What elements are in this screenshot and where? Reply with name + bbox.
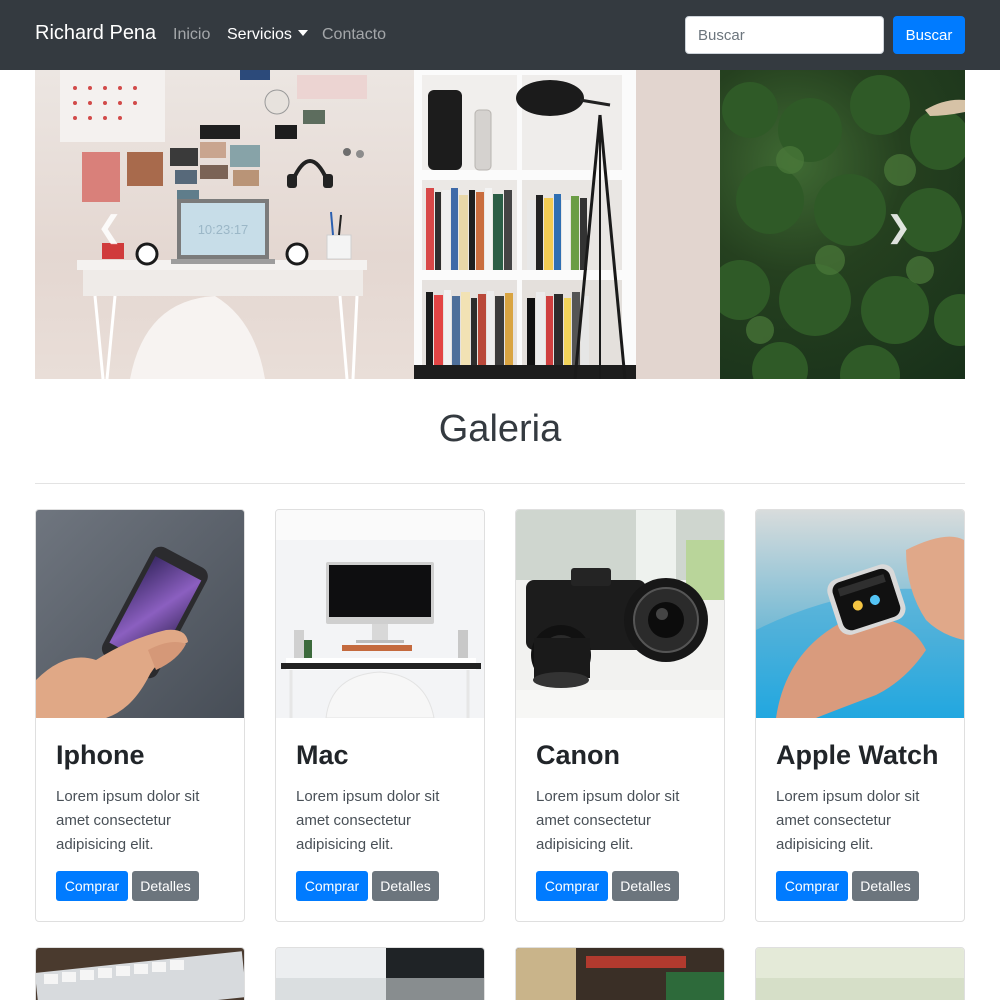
iphone-image [36,510,244,718]
product-image [516,948,724,1000]
card-text: Lorem ipsum dolor sit amet consectetur a… [296,788,440,853]
details-button[interactable]: Detalles [372,871,439,901]
navbar-brand[interactable]: Richard Pena [35,22,156,45]
keyboard-image [36,948,244,1000]
workspace-photo: 10:23:17 [60,70,720,379]
product-card-partial [35,947,245,1000]
carousel-slide-workspace: 10:23:17 [35,70,720,379]
search-button[interactable]: Buscar [893,16,965,54]
search-input[interactable] [685,16,884,54]
nav-link-contacto[interactable]: Contacto [322,26,386,44]
product-card-partial [515,947,725,1000]
card-title: Apple Watch [776,740,939,770]
card-title: Mac [296,740,349,770]
product-card-partial [755,947,965,1000]
apple-watch-image [756,510,964,718]
product-card-apple-watch: Apple Watch Lorem ipsum dolor sit amet c… [755,509,965,922]
product-image [276,948,484,1000]
card-title: Iphone [56,740,145,770]
card-text: Lorem ipsum dolor sit amet consectetur a… [776,788,920,853]
navbar: Richard Pena Inicio Servicios Contacto B… [0,0,1000,70]
nav-link-inicio[interactable]: Inicio [173,26,210,44]
canon-image [516,510,724,718]
product-card-partial [275,947,485,1000]
card-text: Lorem ipsum dolor sit amet consectetur a… [56,788,200,853]
chevron-right-icon[interactable]: ❯ [886,210,911,245]
divider [35,483,965,484]
card-title: Canon [536,740,620,770]
product-image [756,948,964,1000]
carousel-slide-forest [710,70,965,379]
details-button[interactable]: Detalles [612,871,679,901]
buy-button[interactable]: Comprar [56,871,128,901]
card-text: Lorem ipsum dolor sit amet consectetur a… [536,788,680,853]
product-card-mac: Mac Lorem ipsum dolor sit amet consectet… [275,509,485,922]
nav-link-servicios-label: Servicios [227,26,292,43]
product-card-iphone: Iphone Lorem ipsum dolor sit amet consec… [35,509,245,922]
svg-text:10:23:17: 10:23:17 [198,222,249,237]
buy-button[interactable]: Comprar [776,871,848,901]
mac-image [276,510,484,718]
buy-button[interactable]: Comprar [296,871,368,901]
chevron-left-icon[interactable]: ❮ [97,210,122,245]
forest-photo [710,75,965,379]
image-carousel: 10:23:17 ❮ ❯ [35,70,965,379]
gallery-title: Galeria [438,408,562,450]
nav-link-servicios-dropdown[interactable]: Servicios [227,26,308,44]
product-card-canon: Canon Lorem ipsum dolor sit amet consect… [515,509,725,922]
details-button[interactable]: Detalles [852,871,919,901]
buy-button[interactable]: Comprar [536,871,608,901]
caret-down-icon [297,30,308,36]
details-button[interactable]: Detalles [132,871,199,901]
